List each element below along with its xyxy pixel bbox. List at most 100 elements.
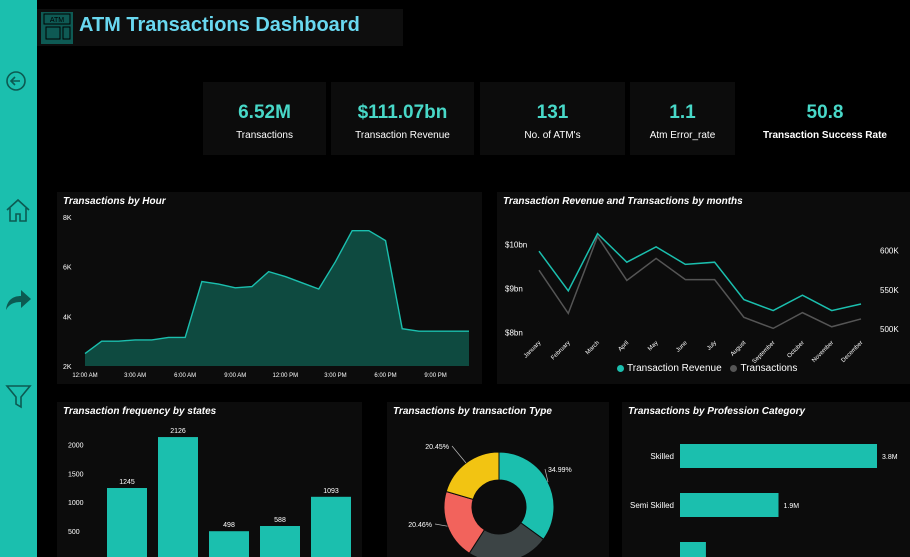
x-tick-label: February <box>550 340 571 361</box>
category-label: Skilled <box>650 452 674 461</box>
slice-data-label: 20.45% <box>425 444 449 451</box>
y-tick-label: 1500 <box>68 471 84 478</box>
kpi-value: 131 <box>536 102 569 123</box>
bar-data-label: 588 <box>274 517 286 524</box>
x-tick-label: 12:00 PM <box>273 373 299 379</box>
forward-icon[interactable] <box>4 286 33 315</box>
x-tick-label: November <box>811 340 835 364</box>
kpi-value: 50.8 <box>806 102 844 123</box>
x-tick-label: March <box>585 340 601 356</box>
left-y-tick: $9bn <box>505 285 523 294</box>
bar <box>158 437 198 557</box>
kpi-label: No. of ATM's <box>524 130 581 141</box>
left-y-tick: $10bn <box>505 241 527 250</box>
area-fill <box>85 230 469 366</box>
x-tick-label: 3:00 PM <box>324 373 346 379</box>
x-tick-label: 12:00 AM <box>72 373 97 379</box>
kpi-label: Atm Error_rate <box>649 130 716 141</box>
slice-data-label: 20.46% <box>408 522 432 529</box>
bar <box>680 444 877 468</box>
kpi-label: Transactions <box>236 130 293 141</box>
x-tick-label: April <box>617 340 630 353</box>
bar <box>680 542 706 557</box>
y-tick-label: 8K <box>63 215 72 222</box>
legend-swatch-revenue <box>617 364 624 372</box>
x-tick-label: December <box>841 340 865 364</box>
left-y-tick: $8bn <box>505 329 523 338</box>
x-tick-label: October <box>787 340 806 359</box>
slice-leader-line <box>451 445 467 464</box>
y-tick-label: 500 <box>68 529 80 536</box>
kpi-value: $111.07bn <box>357 102 448 123</box>
x-tick-label: September <box>752 340 777 365</box>
kpi-card-transactions: 6.52M Transactions <box>203 82 326 155</box>
bar <box>107 488 147 557</box>
right-y-tick: 500K <box>880 325 899 334</box>
category-label: Semi Skilled <box>630 501 674 510</box>
legend-label: Transactions <box>740 363 798 374</box>
panel-revenue-by-months: Transaction Revenue and Transactions by … <box>497 192 910 384</box>
y-tick-label: 6K <box>63 265 72 272</box>
bar-data-label: 1.9M <box>784 503 800 510</box>
y-tick-label: 4K <box>63 314 72 321</box>
sidebar <box>0 0 37 557</box>
atm-machine-icon: ATM <box>41 12 73 44</box>
x-tick-label: July <box>706 340 718 352</box>
bar <box>209 531 249 557</box>
profession-bar-chart: Skilled 3.8M Semi Skilled 1.9M <box>630 444 898 557</box>
x-tick-label: 6:00 PM <box>374 373 396 379</box>
x-tick-label: January <box>523 340 542 359</box>
hour-area-chart: 2K 4K 6K 8K 12:00 AM 3:00 AM 6:00 AM 9:00 AM 12:… <box>63 215 469 379</box>
y-tick-label: 2K <box>63 364 72 371</box>
back-icon[interactable] <box>4 67 33 96</box>
transaction-type-donut: 34.99% 20.46% 20.45% <box>408 444 572 557</box>
header: ATM ATM Transactions Dashboard <box>37 9 403 46</box>
right-y-tick: 550K <box>880 286 899 295</box>
donut-slice <box>445 451 500 501</box>
page-title: ATM Transactions Dashboard <box>79 14 360 36</box>
filter-icon[interactable] <box>4 382 33 411</box>
panel-profession-category: Transactions by Profession Category Skil… <box>622 402 910 557</box>
kpi-card-revenue: $111.07bn Transaction Revenue <box>331 82 474 155</box>
bar-data-label: 1245 <box>119 479 135 486</box>
kpi-label: Transaction Success Rate <box>763 130 887 141</box>
x-tick-label: 9:00 PM <box>424 373 446 379</box>
panel-transactions-by-hour: Transactions by Hour 2K 4K 6K 8K 12:00 AM 3:0… <box>57 192 482 384</box>
bar-data-label: 498 <box>223 522 235 529</box>
x-tick-label: 3:00 AM <box>124 373 146 379</box>
atm-logo-text: ATM <box>50 17 64 24</box>
right-y-tick: 600K <box>880 247 899 256</box>
kpi-strip: 6.52M Transactions $111.07bn Transaction… <box>200 82 895 155</box>
series-line-transactions <box>538 234 862 330</box>
legend-swatch-transactions <box>730 364 738 372</box>
y-tick-label: 1000 <box>68 500 84 507</box>
series-line-revenue <box>538 232 862 312</box>
bar <box>680 493 779 517</box>
bar-data-label: 3.8M <box>882 454 898 461</box>
y-tick-label: 2000 <box>68 442 84 449</box>
slice-leader-line <box>434 523 448 527</box>
x-tick-label: August <box>730 340 748 358</box>
months-line-chart: $8bn $9bn $10bn 500K 550K 600K January February… <box>505 232 899 365</box>
bar <box>260 525 300 557</box>
kpi-value: 6.52M <box>238 102 291 123</box>
kpi-card-atm-count: 131 No. of ATM's <box>480 82 625 155</box>
home-icon[interactable] <box>4 196 33 225</box>
bar <box>311 496 351 557</box>
bar-data-label: 1093 <box>323 488 339 495</box>
kpi-label: Transaction Revenue <box>355 130 450 141</box>
panel-transaction-type: Transactions by transaction Type 34.99% 2… <box>387 402 609 557</box>
x-tick-label: May <box>647 340 659 352</box>
x-tick-label: 9:00 AM <box>224 373 246 379</box>
legend-label: Transaction Revenue <box>627 363 722 374</box>
kpi-card-success-rate: 50.8 Transaction Success Rate <box>755 82 895 155</box>
x-tick-label: 6:00 AM <box>174 373 196 379</box>
kpi-value: 1.1 <box>669 102 696 123</box>
x-tick-label: June <box>675 340 689 354</box>
states-bar-chart: 500 1000 1500 2000 1245 2126 498 588 1093 <box>68 428 351 557</box>
panel-frequency-by-states: Transaction frequency by states 500 1000 1… <box>57 402 362 557</box>
chart-legend: Transaction Revenue Transactions <box>617 363 797 374</box>
donut-slice <box>498 451 555 540</box>
kpi-card-error-rate: 1.1 Atm Error_rate <box>630 82 735 155</box>
slice-data-label: 34.99% <box>548 467 572 474</box>
